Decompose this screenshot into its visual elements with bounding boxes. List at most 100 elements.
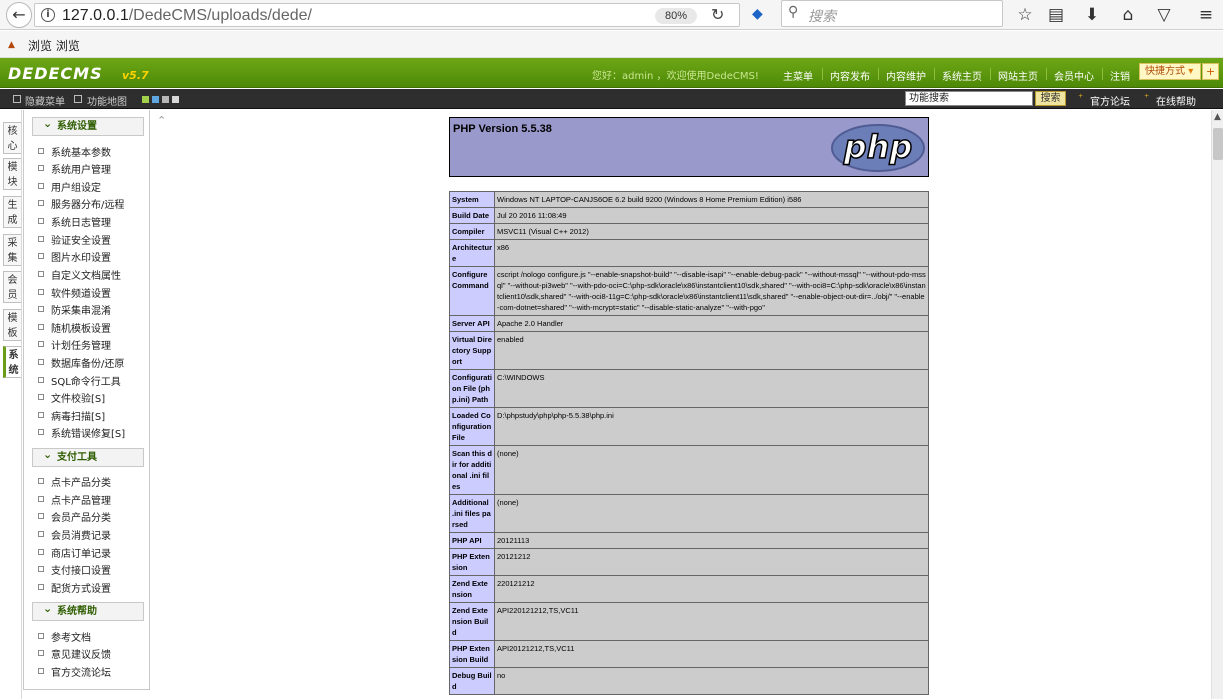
menu-item[interactable]: 点卡产品管理 xyxy=(38,492,111,507)
reading-list-icon[interactable]: ▤ xyxy=(1045,4,1067,26)
menu-item[interactable]: 数据库备份/还原 xyxy=(38,355,124,370)
tab-label: 会员 xyxy=(7,275,18,301)
add-quick-button[interactable]: + xyxy=(1202,63,1219,80)
tab-generate[interactable]: 生成 xyxy=(3,196,21,228)
url-text[interactable]: 127.0.0.1/DedeCMS/uploads/dede/ xyxy=(62,7,312,25)
phpinfo-value: 220121212 xyxy=(494,575,929,603)
back-arrow-icon[interactable]: ← xyxy=(6,2,32,28)
menu-item[interactable]: 系统用户管理 xyxy=(38,161,111,176)
menu-item[interactable]: 文件校验[S] xyxy=(38,390,105,405)
phpinfo-key: Debug Build xyxy=(449,667,495,695)
menu-item[interactable]: 系统日志管理 xyxy=(38,214,111,229)
menu-collapse-strip[interactable] xyxy=(150,110,170,699)
menu-item[interactable]: 病毒扫描[S] xyxy=(38,408,105,423)
pocket-icon[interactable]: ▽ xyxy=(1153,4,1175,26)
bookmark-link[interactable]: 浏览 浏览 xyxy=(28,37,80,54)
skin-gray-swatch[interactable] xyxy=(162,96,169,103)
menu-item[interactable]: 软件频道设置 xyxy=(38,285,111,300)
forum-icon: ⁺ xyxy=(1078,93,1084,104)
info-icon[interactable]: i xyxy=(41,8,55,22)
zoom-level-badge[interactable]: 80% xyxy=(655,8,697,24)
official-forum-link[interactable]: 官方论坛 xyxy=(1090,93,1130,108)
menu-item[interactable]: 参考文档 xyxy=(38,629,91,644)
phpinfo-key: Configuration File (php.ini) Path xyxy=(449,369,495,408)
bookmarks-bar: ▲ 浏览 浏览 xyxy=(0,31,1223,58)
menu-item[interactable]: 支付接口设置 xyxy=(38,562,111,577)
menu-item[interactable]: 图片水印设置 xyxy=(38,249,111,264)
skin-green-swatch[interactable] xyxy=(142,96,149,103)
nav-logout[interactable]: 注销 xyxy=(1110,68,1130,83)
function-map-link[interactable]: 功能地图 xyxy=(87,93,127,108)
chevron-up-icon[interactable]: ⌃ xyxy=(157,114,166,127)
vertical-scrollbar[interactable]: ▲ xyxy=(1211,110,1223,699)
menu-item[interactable]: 商店订单记录 xyxy=(38,545,111,560)
phpinfo-key: Additional .ini files parsed xyxy=(449,494,495,533)
menu-group-payment-tools[interactable]: 支付工具 xyxy=(32,446,144,467)
menu-item[interactable]: 意见建议反馈 xyxy=(38,646,111,661)
menu-item[interactable]: 会员消费记录 xyxy=(38,527,111,542)
menu-item[interactable]: 系统基本参数 xyxy=(38,144,111,159)
menu-item[interactable]: 点卡产品分类 xyxy=(38,474,111,489)
menu-item[interactable]: 计划任务管理 xyxy=(38,337,111,352)
search-input[interactable]: ⚲ 搜索 xyxy=(781,0,1003,27)
phpinfo-key: Scan this dir for additional .ini files xyxy=(449,445,495,495)
phpinfo-key: PHP API xyxy=(449,532,495,549)
tab-label: 核心 xyxy=(7,126,18,152)
phpinfo-key: Server API xyxy=(449,315,495,332)
menu-item[interactable]: 配货方式设置 xyxy=(38,580,111,595)
phpinfo-row: PHP API 20121113 xyxy=(449,532,929,549)
menu-item[interactable]: 随机模板设置 xyxy=(38,320,111,335)
menu-item[interactable]: 用户组设定 xyxy=(38,179,101,194)
nav-site-home[interactable]: 网站主页 xyxy=(998,68,1038,83)
welcome-text: 您好：admin ，欢迎使用DedeCMS! xyxy=(592,71,759,82)
menu-group-system-help[interactable]: 系统帮助 xyxy=(32,600,144,621)
nav-content-maintain[interactable]: 内容维护 xyxy=(886,68,926,83)
online-help-link[interactable]: 在线帮助 xyxy=(1156,93,1196,108)
tab-template[interactable]: 模板 xyxy=(3,309,21,341)
phpinfo-value: C:\WINDOWS xyxy=(494,369,929,408)
phpinfo-key: Virtual Directory Support xyxy=(449,331,495,370)
php-logo-icon: php xyxy=(831,124,925,172)
bookmark-star-icon[interactable]: ☆ xyxy=(1014,4,1036,26)
menu-icon[interactable]: ≡ xyxy=(1195,4,1217,26)
menu-group-system-settings[interactable]: 系统设置 xyxy=(32,115,144,136)
tab-modules[interactable]: 模块 xyxy=(3,158,21,190)
nav-separator xyxy=(1102,68,1103,80)
menu-item[interactable]: 官方交流论坛 xyxy=(38,664,111,679)
phpinfo-table: System Windows NT LAPTOP-CANJS6OE 6.2 bui… xyxy=(449,191,929,695)
nav-separator xyxy=(1046,68,1047,80)
tab-label: 生成 xyxy=(7,200,18,226)
phpinfo-value: Jul 20 2016 11:08:49 xyxy=(494,207,929,224)
menu-item[interactable]: 服务器分布/远程 xyxy=(38,196,124,211)
skin-blue-swatch[interactable] xyxy=(152,96,159,103)
address-bar[interactable]: i 127.0.0.1/DedeCMS/uploads/dede/ 80% ↻ xyxy=(34,3,740,27)
quick-menu-button[interactable]: 快捷方式 ▾ xyxy=(1139,63,1201,80)
reload-icon[interactable]: ↻ xyxy=(711,5,724,24)
function-search-input[interactable]: 功能搜索 xyxy=(905,91,1033,106)
menu-item[interactable]: 自定义文档属性 xyxy=(38,267,121,282)
download-icon[interactable]: ⬇ xyxy=(1081,4,1103,26)
menu-item[interactable]: SQL命令行工具 xyxy=(38,373,121,388)
scroll-thumb[interactable] xyxy=(1213,128,1223,160)
phpinfo-row: Zend Extension Build API220121212,TS,VC11 xyxy=(449,602,929,641)
nav-main-menu[interactable]: 主菜单 xyxy=(783,68,813,83)
skin-light-swatch[interactable] xyxy=(172,96,179,103)
extension-icon[interactable]: ◆ xyxy=(752,6,768,22)
nav-member-center[interactable]: 会员中心 xyxy=(1054,68,1094,83)
tab-label: 采集 xyxy=(7,238,18,264)
menu-item[interactable]: 验证安全设置 xyxy=(38,232,111,247)
scroll-up-arrow-icon[interactable]: ▲ xyxy=(1214,112,1221,122)
hide-menu-link[interactable]: 隐藏菜单 xyxy=(25,93,65,108)
function-search-button[interactable]: 搜索 xyxy=(1035,91,1066,106)
tab-system[interactable]: 系统 xyxy=(3,346,21,378)
nav-content-publish[interactable]: 内容发布 xyxy=(830,68,870,83)
tab-core[interactable]: 核心 xyxy=(3,122,21,154)
tab-collect[interactable]: 采集 xyxy=(3,234,21,266)
tab-member[interactable]: 会员 xyxy=(3,271,21,303)
home-icon[interactable]: ⌂ xyxy=(1117,4,1139,26)
nav-system-home[interactable]: 系统主页 xyxy=(942,68,982,83)
menu-item[interactable]: 系统错误修复[S] xyxy=(38,425,125,440)
phpinfo-key: System xyxy=(449,191,495,208)
menu-item[interactable]: 防采集串混淆 xyxy=(38,302,111,317)
menu-item[interactable]: 会员产品分类 xyxy=(38,509,111,524)
